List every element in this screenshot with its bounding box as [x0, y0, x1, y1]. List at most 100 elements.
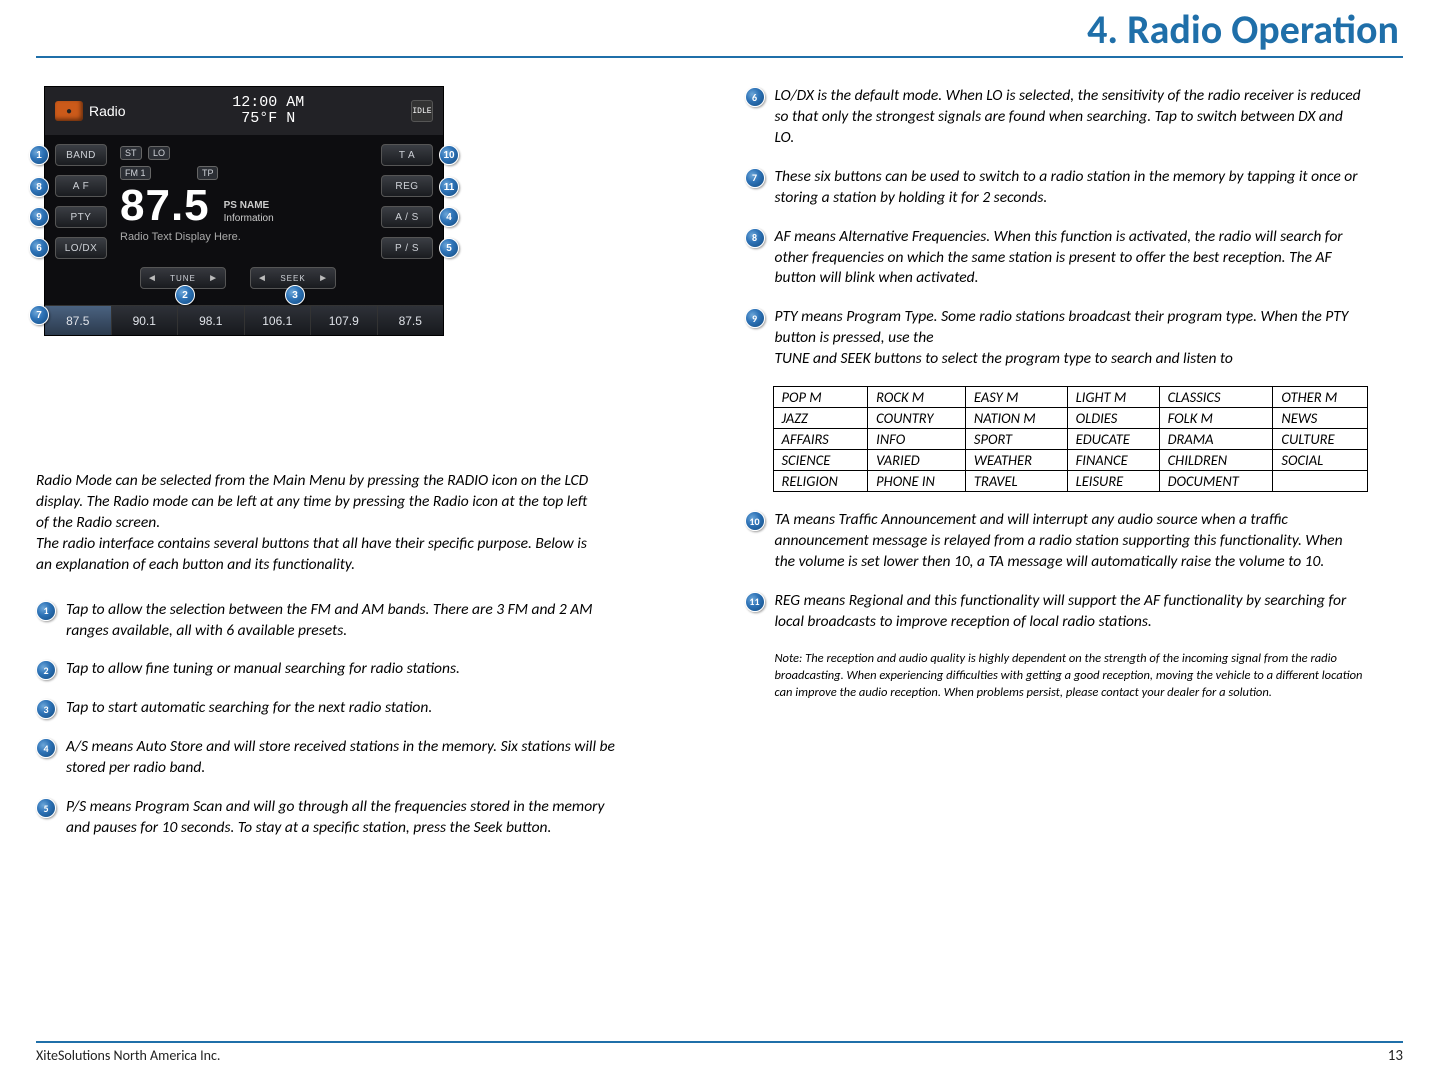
pty-cell: TRAVEL	[965, 471, 1067, 492]
pty-cell: LIGHT M	[1067, 387, 1159, 408]
pty-cell: CHILDREN	[1159, 450, 1273, 471]
callout-9: 9	[29, 207, 49, 227]
pty-cell: AFFAIRS	[773, 429, 868, 450]
callout-10: 10	[439, 145, 459, 165]
radio-label: Radio	[89, 103, 126, 119]
psname-label: PS NAME	[224, 199, 274, 212]
pty-cell: EASY M	[965, 387, 1067, 408]
item-9a: PTY means Program Type. Some radio stati…	[775, 307, 1349, 347]
preset-6[interactable]: 87.5	[378, 306, 444, 335]
content-columns: Radio 12:00 AM 75°F N IDLE BAND A F PTY …	[0, 58, 1439, 857]
as-button[interactable]: A / S	[381, 206, 433, 228]
reg-button[interactable]: REG	[381, 175, 433, 197]
intro-text: Radio Mode can be selected from the Main…	[36, 471, 596, 576]
pty-cell: DRAMA	[1159, 429, 1273, 450]
preset-3[interactable]: 98.1	[178, 306, 245, 335]
callout-1: 1	[29, 145, 49, 165]
radio-app-icon	[55, 101, 83, 121]
footer-company: XiteSolutions North America Inc.	[36, 1047, 220, 1065]
item-1: Tap to allow the selection between the F…	[66, 600, 626, 642]
pty-cell	[1273, 471, 1367, 492]
bullet-10: 10	[745, 511, 765, 531]
radio-clock: 12:00 AM	[232, 95, 304, 112]
preset-2[interactable]: 90.1	[112, 306, 179, 335]
pty-cell: CLASSICS	[1159, 387, 1273, 408]
frequency-display: 87.5	[120, 181, 210, 231]
preset-1[interactable]: 87.5	[45, 306, 112, 335]
radio-idle-icon: IDLE	[411, 100, 433, 122]
ta-button[interactable]: T A	[381, 144, 433, 166]
bullet-11: 11	[745, 592, 765, 612]
preset-5[interactable]: 107.9	[311, 306, 378, 335]
lodx-button[interactable]: LO/DX	[55, 237, 107, 259]
preset-4[interactable]: 106.1	[245, 306, 312, 335]
item-11: REG means Regional and this functionalit…	[775, 591, 1365, 633]
radio-text: Radio Text Display Here.	[120, 231, 368, 243]
pty-cell: OTHER M	[1273, 387, 1367, 408]
pty-cell: COUNTRY	[868, 408, 966, 429]
pty-cell: CULTURE	[1273, 429, 1367, 450]
bullet-4: 4	[36, 738, 56, 758]
pty-cell: POP M	[773, 387, 868, 408]
pty-cell: WEATHER	[965, 450, 1067, 471]
radio-screenshot: Radio 12:00 AM 75°F N IDLE BAND A F PTY …	[44, 86, 444, 336]
bullet-5: 5	[36, 798, 56, 818]
callout-2: 2	[175, 285, 195, 305]
page-title: 4. Radio Operation	[0, 0, 1439, 56]
bullet-8: 8	[745, 228, 765, 248]
bullet-9: 9	[745, 308, 765, 328]
pty-cell: JAZZ	[773, 408, 868, 429]
pty-cell: SPORT	[965, 429, 1067, 450]
pty-cell: PHONE IN	[868, 471, 966, 492]
pty-cell: NEWS	[1273, 408, 1367, 429]
item-5: P/S means Program Scan and will go throu…	[66, 797, 626, 839]
intro-p2: The radio interface contains several but…	[36, 534, 596, 576]
item-9: PTY means Program Type. Some radio stati…	[775, 307, 1365, 370]
item-4: A/S means Auto Store and will store rece…	[66, 737, 626, 779]
item-3: Tap to start automatic searching for the…	[66, 698, 432, 719]
page-number: 13	[1388, 1047, 1403, 1065]
pty-cell: OLDIES	[1067, 408, 1159, 429]
reception-note: Note: The reception and audio quality is…	[775, 651, 1365, 702]
item-9b: TUNE and SEEK buttons to select the prog…	[775, 349, 1233, 368]
item-8: AF means Alternative Frequencies. When t…	[775, 227, 1365, 290]
callout-3: 3	[285, 285, 305, 305]
pty-cell: VARIED	[868, 450, 966, 471]
lo-chip: LO	[148, 146, 170, 160]
ps-button[interactable]: P / S	[381, 237, 433, 259]
tp-chip: TP	[197, 166, 219, 180]
pty-cell: EDUCATE	[1067, 429, 1159, 450]
pty-button[interactable]: PTY	[55, 206, 107, 228]
info-label: Information	[224, 212, 274, 225]
right-column: 6 LO/DX is the default mode. When LO is s…	[745, 86, 1404, 857]
band-button[interactable]: BAND	[55, 144, 107, 166]
frequency-panel: ST LO FM 1 TP 87.5 PS NAME Information R…	[120, 143, 368, 243]
intro-p1: Radio Mode can be selected from the Main…	[36, 471, 596, 534]
pty-table: POP MROCK MEASY MLIGHT MCLASSICSOTHER M J…	[773, 386, 1368, 492]
left-column: Radio 12:00 AM 75°F N IDLE BAND A F PTY …	[36, 86, 695, 857]
pty-cell: ROCK M	[868, 387, 966, 408]
pty-cell: SOCIAL	[1273, 450, 1367, 471]
af-button[interactable]: A F	[55, 175, 107, 197]
item-6: LO/DX is the default mode. When LO is se…	[775, 86, 1365, 149]
item-2: Tap to allow fine tuning or manual searc…	[66, 659, 460, 680]
bullet-2: 2	[36, 660, 56, 680]
pty-cell: SCIENCE	[773, 450, 868, 471]
bullet-6: 6	[745, 87, 765, 107]
callout-7: 7	[29, 305, 49, 325]
radio-statusbar: Radio 12:00 AM 75°F N IDLE	[45, 87, 443, 135]
callout-11: 11	[439, 177, 459, 197]
pty-cell: RELIGION	[773, 471, 868, 492]
radio-temp: 75°F N	[232, 111, 304, 128]
callout-5: 5	[439, 238, 459, 258]
pty-cell: NATION M	[965, 408, 1067, 429]
pty-cell: DOCUMENT	[1159, 471, 1273, 492]
pty-cell: FOLK M	[1159, 408, 1273, 429]
callout-8: 8	[29, 177, 49, 197]
page-footer: XiteSolutions North America Inc. 13	[0, 1041, 1439, 1065]
pty-cell: LEISURE	[1067, 471, 1159, 492]
item-10: TA means Traffic Announcement and will i…	[775, 510, 1365, 573]
callout-4: 4	[439, 207, 459, 227]
bullet-7: 7	[745, 168, 765, 188]
preset-row: 87.5 90.1 98.1 106.1 107.9 87.5	[45, 305, 443, 335]
